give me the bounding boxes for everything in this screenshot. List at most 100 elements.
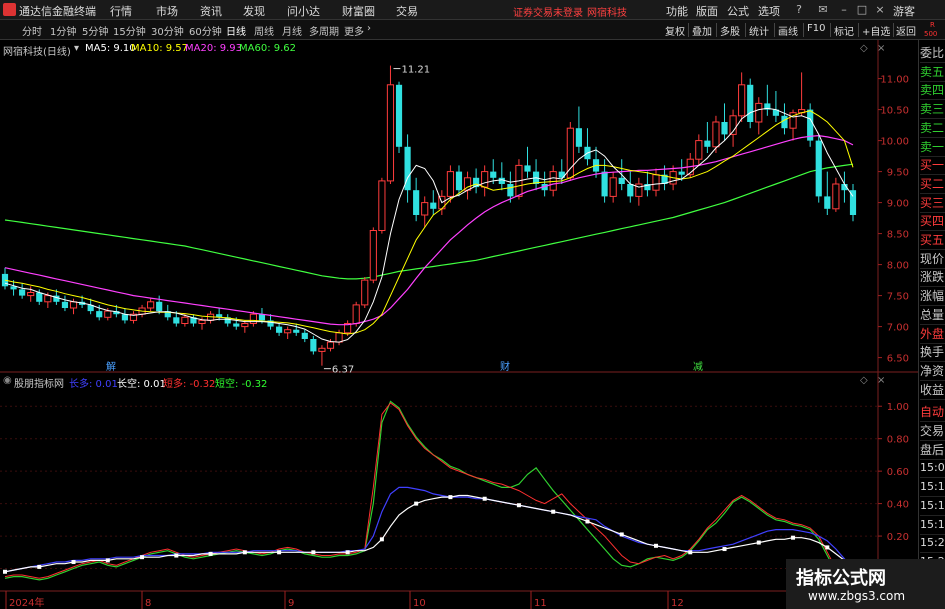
mark-button[interactable]: 标记 xyxy=(834,23,854,38)
add-favorite-button[interactable]: +自选 xyxy=(862,23,890,38)
short-bull-label: 短多: -0.32 xyxy=(163,379,216,390)
side-item-15[interactable]: 外盘 xyxy=(920,325,945,344)
kline-chart[interactable]: 11.21 6.37 11.00 10.50 10.00 9.50 9.00 8.50 8.0… xyxy=(0,40,918,609)
side-item-24[interactable]: 15:13 xyxy=(920,497,945,516)
back-button[interactable]: 返回 xyxy=(896,23,916,38)
side-item-13[interactable]: 涨幅 xyxy=(920,287,945,307)
side-item-20[interactable]: 交易 xyxy=(920,422,945,441)
close-icon[interactable]: × xyxy=(873,3,887,17)
tab-monthly[interactable]: 月线 xyxy=(282,23,302,38)
side-item-14[interactable]: 总量 xyxy=(920,306,945,325)
draw-line-button[interactable]: 画线 xyxy=(778,23,798,38)
side-item-3[interactable]: 卖三 xyxy=(920,100,945,120)
stock-chart-label[interactable]: 网宿科技(日线) xyxy=(3,43,71,58)
menu-discover[interactable]: 发现 xyxy=(243,3,265,19)
candle-body-down xyxy=(258,314,266,321)
side-item-4[interactable]: 卖二 xyxy=(920,119,945,138)
menu-functions[interactable]: 功能 xyxy=(666,3,688,19)
indicator-tick-label: 0.20 xyxy=(887,532,909,543)
side-item-18[interactable]: 收益 xyxy=(920,381,945,400)
side-item-0[interactable]: 委比 xyxy=(920,44,945,63)
app-title: 通达信金融终端 xyxy=(19,5,96,18)
candle-body-up xyxy=(609,177,617,197)
side-item-17[interactable]: 净资 xyxy=(920,362,945,381)
long-bear-dot xyxy=(208,551,213,556)
tab-1min[interactable]: 1分钟 xyxy=(50,23,76,38)
tab-15min[interactable]: 15分钟 xyxy=(113,23,146,38)
candle-body-down xyxy=(96,311,103,318)
side-item-22[interactable]: 15:00 xyxy=(920,459,945,479)
overlay-button[interactable]: 叠加 xyxy=(692,23,712,38)
multi-stock-button[interactable]: 多股 xyxy=(720,23,740,38)
side-item-26[interactable]: 15:22 xyxy=(920,534,945,554)
tab-daily[interactable]: 日线 xyxy=(226,23,246,38)
side-item-23[interactable]: 15:10 xyxy=(920,478,945,498)
guest-label[interactable]: 游客 xyxy=(893,3,915,19)
menu-layout[interactable]: 版面 xyxy=(696,3,718,19)
settings-diamond-icon[interactable]: ◇ xyxy=(860,43,868,54)
adjust-button[interactable]: 复权 xyxy=(665,23,685,38)
candle-body-down xyxy=(507,184,514,197)
side-item-25[interactable]: 15:16 xyxy=(920,516,945,535)
side-item-2[interactable]: 卖四 xyxy=(920,81,945,101)
side-item-7[interactable]: 买二 xyxy=(920,175,945,194)
candle-body-down xyxy=(61,301,69,308)
indicator-tick-label: 0.80 xyxy=(887,435,909,446)
price-tick-label: 7.00 xyxy=(887,323,909,334)
menu-trade[interactable]: 交易 xyxy=(396,3,418,19)
tab-weekly[interactable]: 周线 xyxy=(254,23,274,38)
maximize-icon[interactable]: □ xyxy=(855,3,869,17)
minimize-icon[interactable]: – xyxy=(837,3,851,17)
side-item-6[interactable]: 买一 xyxy=(920,156,945,176)
help-icon[interactable]: ? xyxy=(792,3,806,17)
candle-body-up xyxy=(198,319,206,324)
login-notice[interactable]: 证券交易未登录 xyxy=(513,4,583,19)
indicator-settings-icon[interactable]: ◉ xyxy=(3,375,12,386)
long-bear-dot xyxy=(791,535,796,540)
tab-60min[interactable]: 60分钟 xyxy=(189,23,222,38)
side-item-1[interactable]: 卖五 xyxy=(920,63,945,82)
f10-button[interactable]: F10 xyxy=(807,23,825,34)
tab-more[interactable]: 更多 xyxy=(344,23,364,38)
side-item-10[interactable]: 买五 xyxy=(920,231,945,250)
candle-body-down xyxy=(36,292,43,302)
chart-area[interactable]: 11.21 6.37 11.00 10.50 10.00 9.50 9.00 8.50 8.0… xyxy=(0,40,918,609)
candle-body-up xyxy=(27,292,35,297)
candle-body-up xyxy=(181,316,189,324)
ma-layer: 11.21 6.37 xyxy=(4,65,854,376)
tab-5min[interactable]: 5分钟 xyxy=(82,23,108,38)
long-bear-dot xyxy=(277,550,282,555)
indicator-name[interactable]: 股朋指标网 xyxy=(14,375,64,390)
menu-quotes[interactable]: 行情 xyxy=(110,3,132,19)
more-chevron-icon[interactable]: › xyxy=(367,23,371,34)
tab-multi-period[interactable]: 多周期 xyxy=(309,23,339,38)
menu-options[interactable]: 选项 xyxy=(758,3,780,19)
tab-timeshare[interactable]: 分时 xyxy=(22,23,42,38)
candle-body-down xyxy=(301,332,308,339)
side-item-8[interactable]: 买三 xyxy=(920,194,945,213)
side-item-16[interactable]: 换手 xyxy=(920,343,945,363)
menu-ask[interactable]: 问小达 xyxy=(287,3,320,19)
long-bear-dot xyxy=(722,547,727,552)
side-item-9[interactable]: 买四 xyxy=(920,212,945,232)
stats-button[interactable]: 统计 xyxy=(749,23,769,38)
price-tick-label: 11.00 xyxy=(880,75,909,86)
side-item-11[interactable]: 现价 xyxy=(920,250,945,269)
menu-wealth[interactable]: 财富圈 xyxy=(342,3,375,19)
candle-body-up xyxy=(326,341,335,349)
tab-30min[interactable]: 30分钟 xyxy=(151,23,184,38)
long-bear-dot xyxy=(105,558,110,563)
side-item-5[interactable]: 卖一 xyxy=(920,138,945,157)
indicator-close-icon[interactable]: × xyxy=(877,375,885,386)
side-item-19[interactable]: 自动 xyxy=(920,403,945,423)
side-item-21[interactable]: 盘后 xyxy=(920,441,945,460)
menu-news[interactable]: 资讯 xyxy=(200,3,222,19)
close-pane-icon[interactable]: × xyxy=(877,43,885,54)
menu-formula[interactable]: 公式 xyxy=(727,3,749,19)
menu-market[interactable]: 市场 xyxy=(156,3,178,19)
mail-icon[interactable]: ✉ xyxy=(816,3,830,17)
side-item-12[interactable]: 涨跌 xyxy=(920,268,945,288)
indicator-diamond-icon[interactable]: ◇ xyxy=(860,375,868,386)
chevron-down-icon[interactable]: ▾ xyxy=(74,43,79,54)
axis-layer: 11.00 10.50 10.00 9.50 9.00 8.50 8.00 7.50 7.00 6… xyxy=(5,75,909,609)
